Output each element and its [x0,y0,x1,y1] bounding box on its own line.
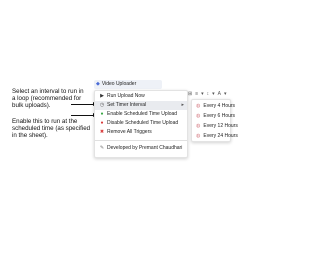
menu-item-disable-scheduled-time-upload[interactable]: ● Disable Scheduled Time Upload [95,119,187,128]
annotation-interval-text: Select an interval to run in a loop (rec… [12,88,84,109]
annotation-schedule-note: Enable this to run at the scheduled time… [12,118,94,139]
menu-item-label: Set Timer Interval [107,102,147,108]
video-uploader-icon: ◆ [96,81,100,87]
toolbar-icon-0[interactable]: ⊞ [188,91,192,97]
timer-icon: ◍ [196,133,201,139]
toolbar-icon-2[interactable]: ▾ [201,91,204,97]
arrow-to-enable-schedule [71,113,97,117]
menu-item-developed-by[interactable]: ✎ Developed by Premant Chaudhari [95,144,187,153]
menu-item-run-upload-now[interactable]: ▶ Run Upload Now [95,92,187,101]
toolbar-icon-1[interactable]: ≡ [195,91,198,97]
submenu-item-every-12-hours[interactable]: ◍ Every 12 Hours [192,121,238,131]
toolbar-icon-5[interactable]: A [218,91,221,97]
play-icon: ▶ [100,93,104,99]
check-circle-icon: ● [100,111,104,117]
submenu-item-label: Every 24 Hours [203,133,238,139]
menu-item-set-timer-interval[interactable]: ◷ Set Timer Interval ▸ [95,101,187,110]
developer-icon: ✎ [99,145,105,151]
toolbar-icon-4[interactable]: ▾ [212,91,215,97]
clock-icon: ◷ [99,102,105,108]
timer-interval-submenu: ◍ Every 4 Hours ◍ Every 6 Hours ◍ Every 12 Ho… [191,99,238,142]
timer-icon: ◍ [196,123,201,129]
toolbar-icon-3[interactable]: ↕ [207,91,210,97]
sheet-toolbar: ⊞ ≡ ▾ ↕ ▾ A ▾ [188,90,256,99]
submenu-item-label: Every 6 Hours [203,113,236,119]
menu-item-label: Disable Scheduled Time Upload [107,120,179,126]
annotation-schedule-text: Enable this to run at the scheduled time… [12,118,91,139]
toolbar-icon-6[interactable]: ▾ [224,91,227,97]
close-icon: ✖ [99,129,105,135]
menu-item-label: Enable Scheduled Time Upload [107,111,178,117]
menu-item-remove-all-triggers[interactable]: ✖ Remove All Triggers [95,128,187,137]
submenu-item-every-24-hours[interactable]: ◍ Every 24 Hours [192,131,238,141]
menu-video-uploader[interactable]: ◆ Video Uploader [94,80,162,89]
submenu-item-every-4-hours[interactable]: ◍ Every 4 Hours [192,101,235,111]
menu-item-label: Run Upload Now [107,93,145,99]
annotation-interval-note: Select an interval to run in a loop (rec… [12,88,88,109]
timer-icon: ◍ [196,113,201,119]
menu-item-label: Developed by Premant Chaudhari [107,145,183,151]
menu-title-label: Video Uploader [101,81,137,87]
arrow-to-set-timer [71,102,97,106]
menu-item-enable-scheduled-time-upload[interactable]: ● Enable Scheduled Time Upload [95,110,187,119]
video-uploader-dropdown: ▶ Run Upload Now ◷ Set Timer Interval ▸ ● Enab… [94,90,188,158]
timer-icon: ◍ [196,103,201,109]
menu-item-label: Remove All Triggers [107,129,152,135]
chevron-right-icon: ▸ [181,102,184,108]
submenu-item-label: Every 12 Hours [203,123,238,129]
menu-divider [95,140,187,141]
stop-circle-icon: ● [100,120,104,126]
submenu-item-label: Every 4 Hours [203,103,236,109]
submenu-item-every-6-hours[interactable]: ◍ Every 6 Hours [192,111,235,121]
